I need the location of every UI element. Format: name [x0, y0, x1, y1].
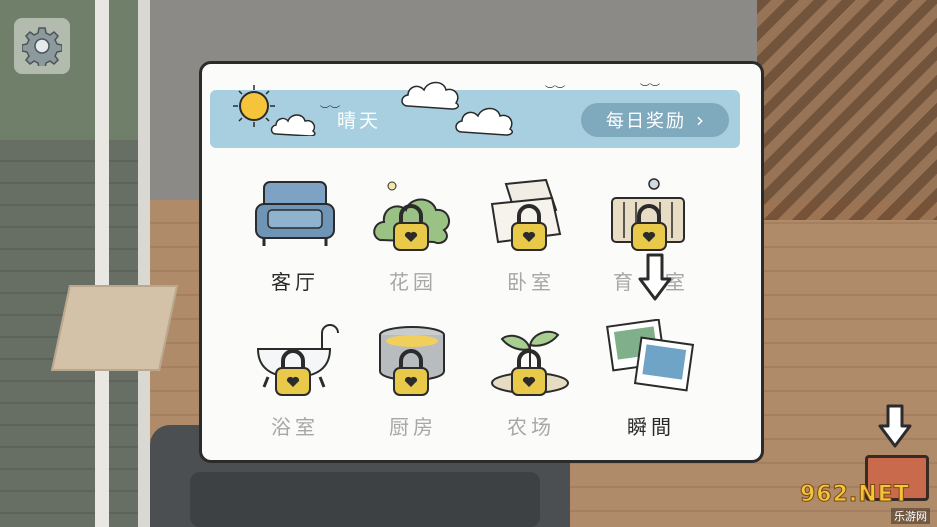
room-label: 厨房 [389, 415, 437, 439]
bird-icon: ︶︶ [320, 106, 340, 117]
weather-label: 晴天 [337, 110, 382, 132]
watermark-logo: 962.NET 乐游网 [800, 482, 932, 524]
room-label: 卧室 [507, 270, 555, 294]
armchair-icon [255, 181, 335, 246]
room-label: 花园 [389, 270, 437, 294]
room-bedroom[interactable]: 卧室 [476, 174, 586, 294]
lock-icon [275, 349, 311, 396]
room-living-room[interactable]: 客厅 [240, 174, 350, 294]
photos-icon [606, 319, 695, 392]
daily-reward-button[interactable]: 每日奖励 › [581, 103, 729, 137]
tutorial-down-arrow-icon [638, 253, 672, 301]
watermark-sub: 乐游网 [891, 508, 930, 524]
room-label: 瞬間 [627, 415, 675, 439]
room-farm[interactable]: 农场 [476, 319, 586, 439]
room-label: 农场 [507, 415, 555, 439]
lock-icon [393, 349, 429, 396]
watermark-brand: 962.NET [800, 482, 910, 508]
room-moments[interactable]: 瞬間 [596, 319, 706, 439]
room-label: 客厅 [271, 270, 319, 294]
lock-icon [393, 204, 429, 251]
down-arrow-icon [878, 404, 912, 448]
settings-gear-icon[interactable] [14, 18, 70, 74]
room-kitchen[interactable]: 厨房 [358, 319, 468, 439]
sofa-cushion [190, 472, 540, 527]
room-label: 浴室 [271, 415, 319, 439]
bird-icon: ︶︶ [640, 84, 660, 95]
room-select-dialog: 晴天 ︶︶ ︶︶ ︶︶ 每日奖励 › 客厅 花园 卧室 育 室 浴室 厨房 农场… [199, 61, 764, 463]
lock-icon [511, 204, 547, 251]
staircase [757, 0, 937, 220]
door-frame-right [138, 0, 150, 527]
room-garden[interactable]: 花园 [358, 174, 468, 294]
door-frame [95, 0, 109, 527]
cloud-icon [270, 114, 316, 136]
lock-icon [631, 204, 667, 251]
lock-icon [511, 349, 547, 396]
doormat [50, 285, 179, 371]
cloud-icon [455, 107, 513, 136]
room-bathroom[interactable]: 浴室 [240, 319, 350, 439]
daily-reward-label: 每日奖励 [606, 111, 686, 132]
bird-icon: ︶︶ [545, 86, 565, 97]
weather-banner: 晴天 ︶︶ ︶︶ ︶︶ 每日奖励 › [210, 81, 740, 148]
chevron-right-icon: › [696, 108, 704, 132]
